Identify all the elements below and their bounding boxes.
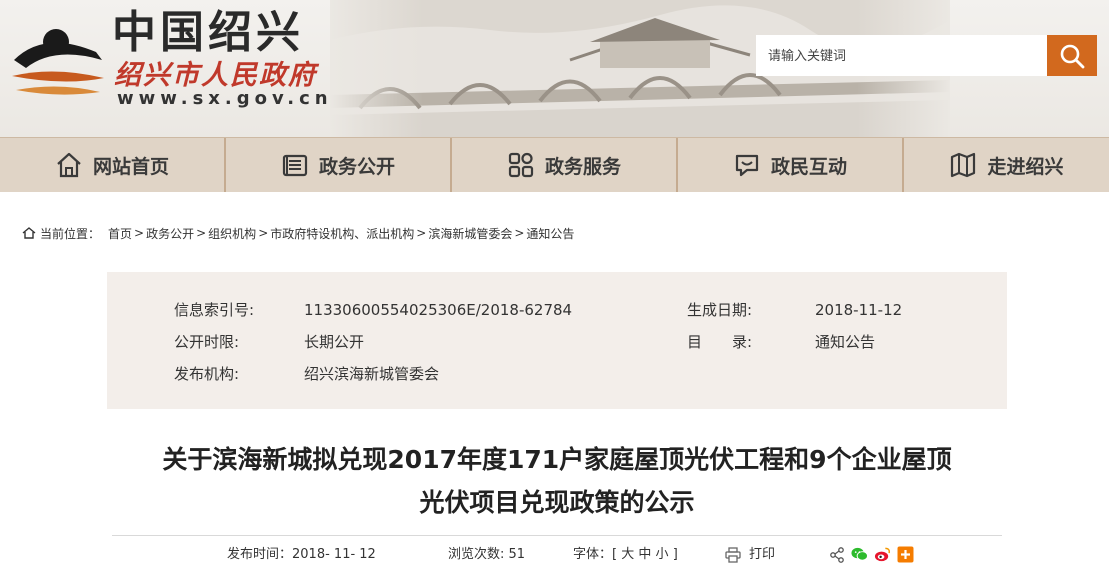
nav-label: 走进绍兴: [987, 155, 1064, 178]
org-value: 绍兴滨海新城管委会: [304, 365, 440, 383]
site-header: 中国绍兴 绍兴市人民政府 www.sx.gov.cn: [0, 0, 1109, 137]
publish-date: 发布时间：2018- 11- 12: [227, 544, 376, 566]
logo-url: www.sx.gov.cn: [117, 88, 333, 109]
search-button[interactable]: [1047, 35, 1097, 76]
publish-label: 发布时间：: [227, 547, 293, 562]
nav-label: 网站首页: [92, 155, 169, 178]
article-meta: 发布时间：2018- 11- 12 浏览次数: 51 字体：[ 大 中 小 ] …: [0, 544, 1109, 566]
font-medium-button[interactable]: 中: [638, 547, 651, 562]
nav-label: 政务服务: [544, 155, 621, 178]
font-large-button[interactable]: 大: [621, 547, 634, 562]
nav-item-interaction[interactable]: 政民互动: [678, 138, 904, 192]
org-label: 发布机构:: [174, 365, 240, 383]
font-close: ]: [672, 547, 678, 562]
share-bar: [828, 546, 914, 563]
breadcrumb-item[interactable]: 组织机构: [208, 225, 256, 242]
search-bar: [756, 35, 1097, 76]
wechat-icon[interactable]: [851, 546, 868, 563]
view-count: 浏览次数: 51: [448, 544, 525, 566]
breadcrumb-separator: >: [134, 226, 145, 240]
logo-title: 中国绍兴: [112, 7, 304, 58]
nav-item-about-shaoxing[interactable]: 走进绍兴: [904, 138, 1109, 192]
font-size-selector: 字体：[ 大 中 小 ]: [573, 544, 678, 566]
breadcrumb-item[interactable]: 滨海新城管委会: [428, 225, 512, 242]
share-icon[interactable]: [828, 546, 845, 563]
index-label: 信息索引号:: [174, 301, 255, 319]
chat-icon: [733, 151, 761, 179]
nav-item-gov-services[interactable]: 政务服务: [452, 138, 678, 192]
font-label: 字体：[: [573, 547, 618, 562]
breadcrumb-separator: >: [514, 226, 525, 240]
nav-label: 政民互动: [770, 155, 847, 178]
grid-icon: [507, 151, 535, 179]
breadcrumb-item[interactable]: 首页: [108, 225, 132, 242]
plus-icon[interactable]: [897, 546, 914, 563]
views-label: 浏览次数:: [448, 547, 505, 562]
nav-item-home[interactable]: 网站首页: [0, 138, 226, 192]
logo-emblem-icon: [12, 29, 104, 95]
breadcrumb-item[interactable]: 通知公告: [526, 225, 574, 242]
article-title-line: 光伏项目兑现政策的公示: [419, 488, 695, 517]
breadcrumb: 当前位置： 首页 > 政务公开 > 组织机构 > 市政府特设机构、派出机构 > …: [22, 224, 574, 242]
search-icon: [1060, 44, 1085, 68]
views-value: 51: [508, 547, 526, 562]
document-icon: [281, 151, 309, 179]
print-label: 打印: [749, 547, 776, 562]
print-button[interactable]: 打印: [725, 544, 775, 566]
home-icon: [55, 151, 83, 179]
divider: [112, 535, 1002, 536]
info-row: 信息索引号: 11330600554025306E/2018-62784 生成日…: [107, 300, 1007, 320]
index-value: 11330600554025306E/2018-62784: [304, 301, 573, 319]
info-row: 公开时限: 长期公开 目 录: 通知公告: [107, 332, 1007, 352]
nav-item-gov-affairs[interactable]: 政务公开: [226, 138, 452, 192]
printer-icon: [725, 547, 741, 563]
breadcrumb-separator: >: [196, 226, 207, 240]
map-icon: [949, 151, 977, 179]
site-logo[interactable]: 中国绍兴 绍兴市人民政府 www.sx.gov.cn: [4, 6, 328, 131]
catalog-label: 目 录:: [687, 333, 753, 351]
breadcrumb-label: 当前位置：: [40, 226, 101, 241]
document-info-panel: 信息索引号: 11330600554025306E/2018-62784 生成日…: [107, 272, 1007, 409]
period-label: 公开时限:: [174, 333, 240, 351]
weibo-icon[interactable]: [874, 546, 891, 563]
main-nav: 网站首页 政务公开 政务服务 政民互动 走进绍兴: [0, 137, 1109, 192]
period-value: 长期公开: [304, 333, 365, 351]
date-label: 生成日期:: [687, 301, 753, 319]
info-row: 发布机构: 绍兴滨海新城管委会: [107, 364, 1007, 384]
catalog-value: 通知公告: [815, 333, 876, 351]
article-title-line: 关于滨海新城拟兑现2017年度171户家庭屋顶光伏工程和9个企业屋顶: [162, 445, 952, 474]
nav-label: 政务公开: [318, 155, 395, 178]
font-small-button[interactable]: 小: [656, 547, 669, 562]
search-input[interactable]: [756, 35, 1047, 76]
article-title: 关于滨海新城拟兑现2017年度171户家庭屋顶光伏工程和9个企业屋顶 光伏项目兑…: [100, 438, 1014, 524]
publish-date-value: 2018- 11- 12: [292, 547, 376, 562]
date-value: 2018-11-12: [815, 301, 903, 319]
breadcrumb-separator: >: [258, 226, 269, 240]
breadcrumb-separator: >: [416, 226, 427, 240]
breadcrumb-item[interactable]: 市政府特设机构、派出机构: [270, 225, 414, 242]
breadcrumb-item[interactable]: 政务公开: [146, 225, 194, 242]
location-home-icon: [22, 227, 36, 239]
